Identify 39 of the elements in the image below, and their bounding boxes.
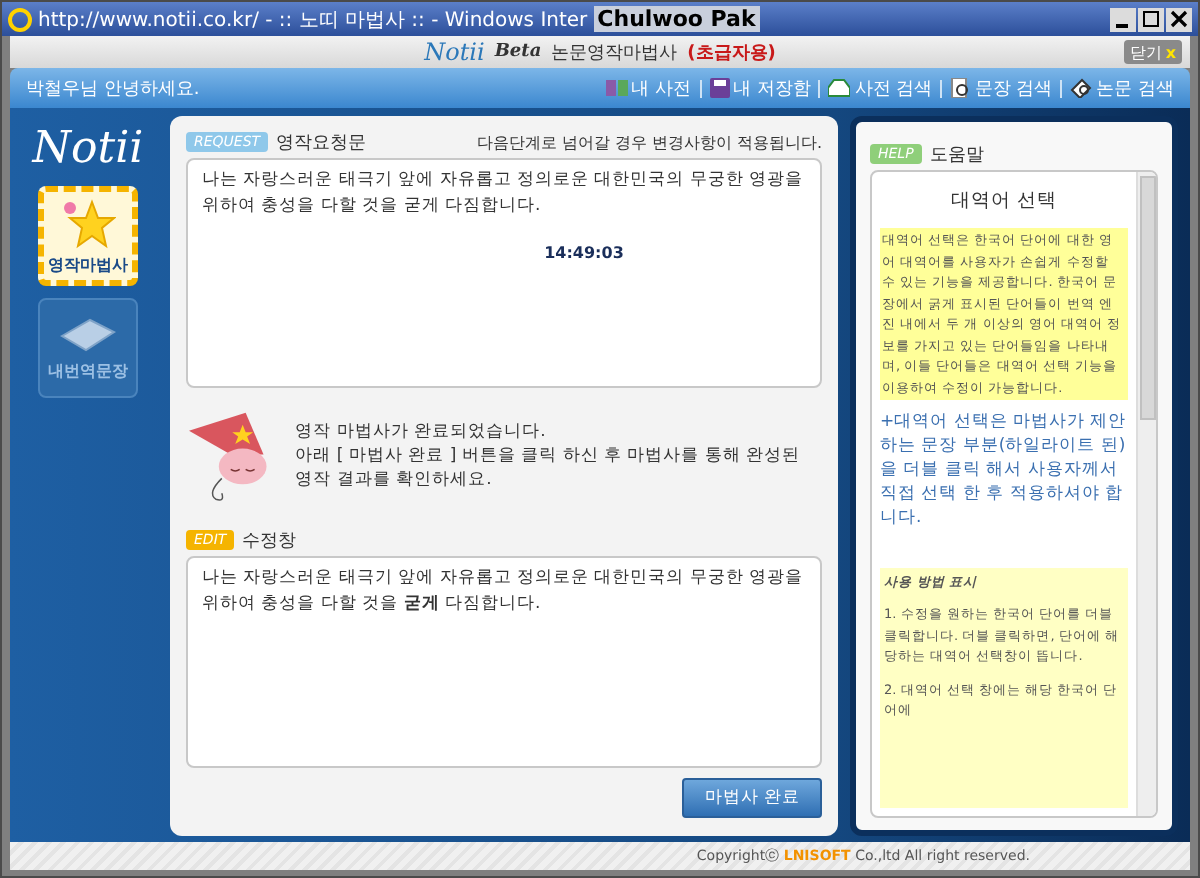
notice-text: 다음단계로 넘어갈 경우 변경사항이 적용됩니다. — [476, 131, 822, 153]
notebook-icon — [58, 315, 118, 355]
section-title: 영작요청문 — [276, 131, 367, 155]
logo: Notii — [424, 38, 485, 66]
sidebar-item[interactable]: 영작마법사 — [38, 186, 138, 286]
beta-label: Beta — [494, 42, 542, 62]
app-name: 논문영작마법사 — [551, 41, 678, 65]
finish-button[interactable]: 마법사 완료 — [682, 778, 822, 818]
nav-link[interactable]: 내 사전 — [605, 75, 691, 101]
section-title: 수정창 — [242, 529, 297, 553]
maximize-icon[interactable] — [1138, 7, 1164, 31]
sidebar-logo: Notii — [32, 124, 144, 174]
close-button[interactable]: 닫기 x — [1123, 40, 1182, 64]
nav-link[interactable]: 논문 검색 — [1070, 75, 1174, 101]
level-label: (초급자용) — [687, 41, 776, 65]
wizard-message: 영작 마법사가 완료되었습니다. 아래 [ 마법사 완료 ] 버튼을 클릭 하신 후 마법사를 통해 완성된 영작 결과를 확인하세요. — [295, 420, 803, 492]
tray-icon — [828, 78, 851, 98]
greeting: 박철우님 안녕하세요. — [26, 77, 200, 101]
section-title: 도움말 — [929, 143, 984, 167]
nav-link[interactable]: 문장 검색 — [950, 75, 1053, 101]
minimize-icon[interactable] — [1110, 7, 1136, 31]
document-search-icon — [1070, 78, 1093, 98]
nav-link[interactable]: 사전 검색 — [828, 75, 933, 101]
sidebar-item[interactable]: 내번역문장 — [38, 298, 138, 398]
edit-text: 나는 자랑스러운 태극기 앞에 자유롭고 정의로운 대한민국의 무궁한 영광을 위하여 충성을 다할 것을 굳게 다짐합니다. — [202, 566, 806, 618]
help-tip: +대역어 선택은 마법사가 제안하는 문장 부분(하일라이트 된)을 더블 클릭 해서 사용자께서 직접 선택 한 후 적용하셔야 합니다. — [880, 410, 1128, 530]
nav-link[interactable]: 내 저장함 — [709, 75, 811, 101]
book-icon — [605, 78, 628, 98]
page-search-icon — [950, 78, 971, 98]
user-label: Chulwoo Pak — [593, 6, 760, 32]
time-label: 14:49:03 — [544, 242, 624, 266]
edit-text-box[interactable]: 나는 자랑스러운 태극기 앞에 자유롭고 정의로운 대한민국의 무궁한 영광을 위하여 충성을 다할 것을 굳게 다짐합니다. — [186, 556, 822, 768]
star-icon — [60, 197, 116, 249]
help-heading: 대역어 선택 — [948, 188, 1060, 214]
window-title: http://www.notii.co.kr/ - :: 노띠 마법사 :: - Windows Inter — [38, 7, 588, 33]
scrollbar[interactable] — [1136, 172, 1156, 816]
request-text: 나는 자랑스러운 태극기 앞에 자유롭고 정의로운 대한민국의 무궁한 영광을 위하여 충성을 다할 것을 굳게 다짐합니다. — [202, 168, 806, 220]
browser-icon — [8, 7, 32, 31]
close-icon[interactable] — [1166, 7, 1192, 31]
